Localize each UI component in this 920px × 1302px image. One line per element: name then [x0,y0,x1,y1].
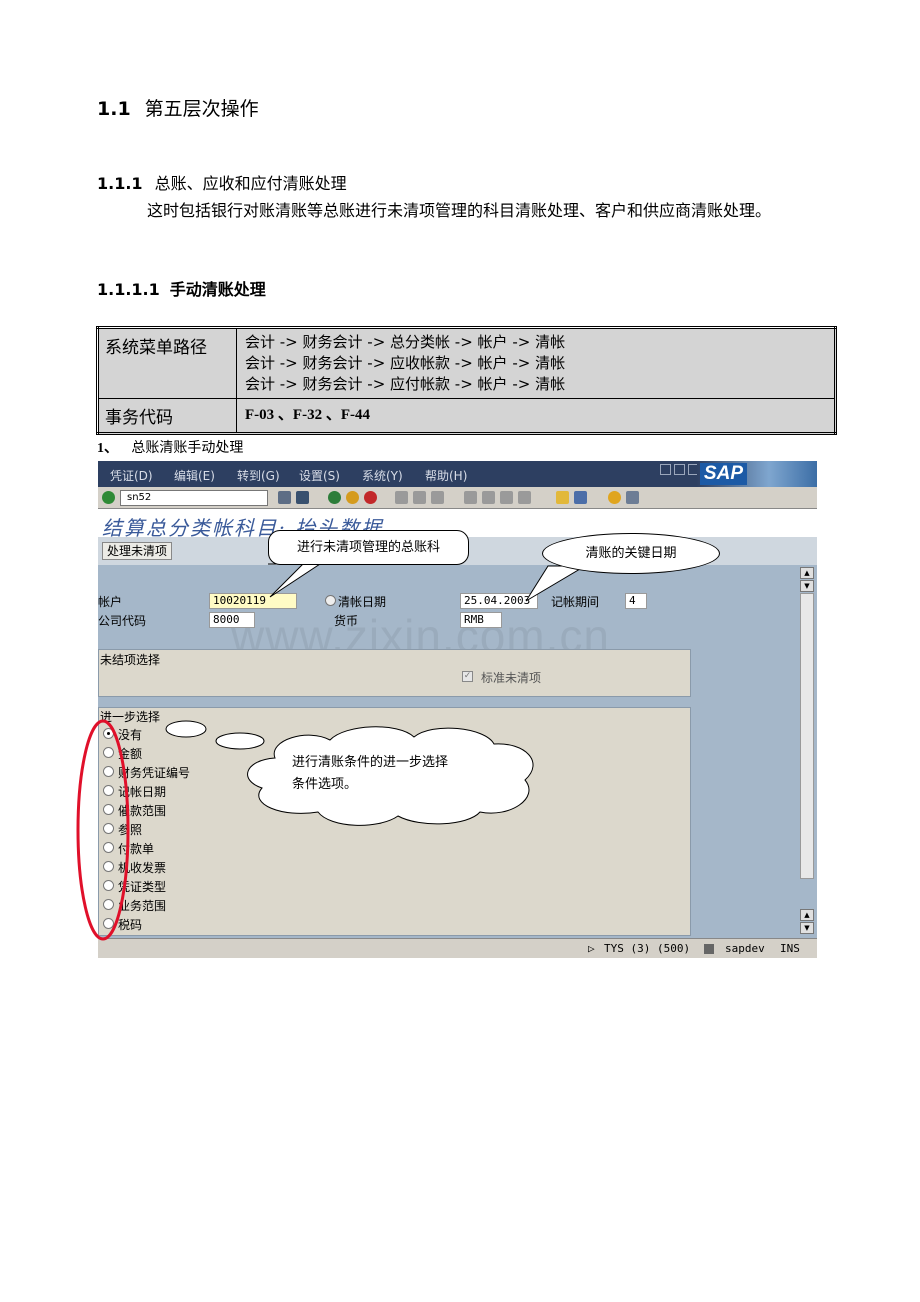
callout-line: 进行清账条件的进一步选择 [292,755,449,770]
thought-bubble-medium [215,732,265,750]
further-selection-callout: 进行清账条件的进一步选择 条件选项。 [292,752,448,796]
callout-line: 条件选项。 [292,777,358,792]
highlight-ring [76,719,130,941]
date-callout: 清账的关键日期 [542,533,720,574]
thought-bubble-small [165,720,207,738]
callout-pointer [525,565,587,602]
annotation-overlay [76,563,587,941]
account-callout: 进行未清项管理的总账科 [268,530,469,565]
callout-pointer [268,563,322,598]
